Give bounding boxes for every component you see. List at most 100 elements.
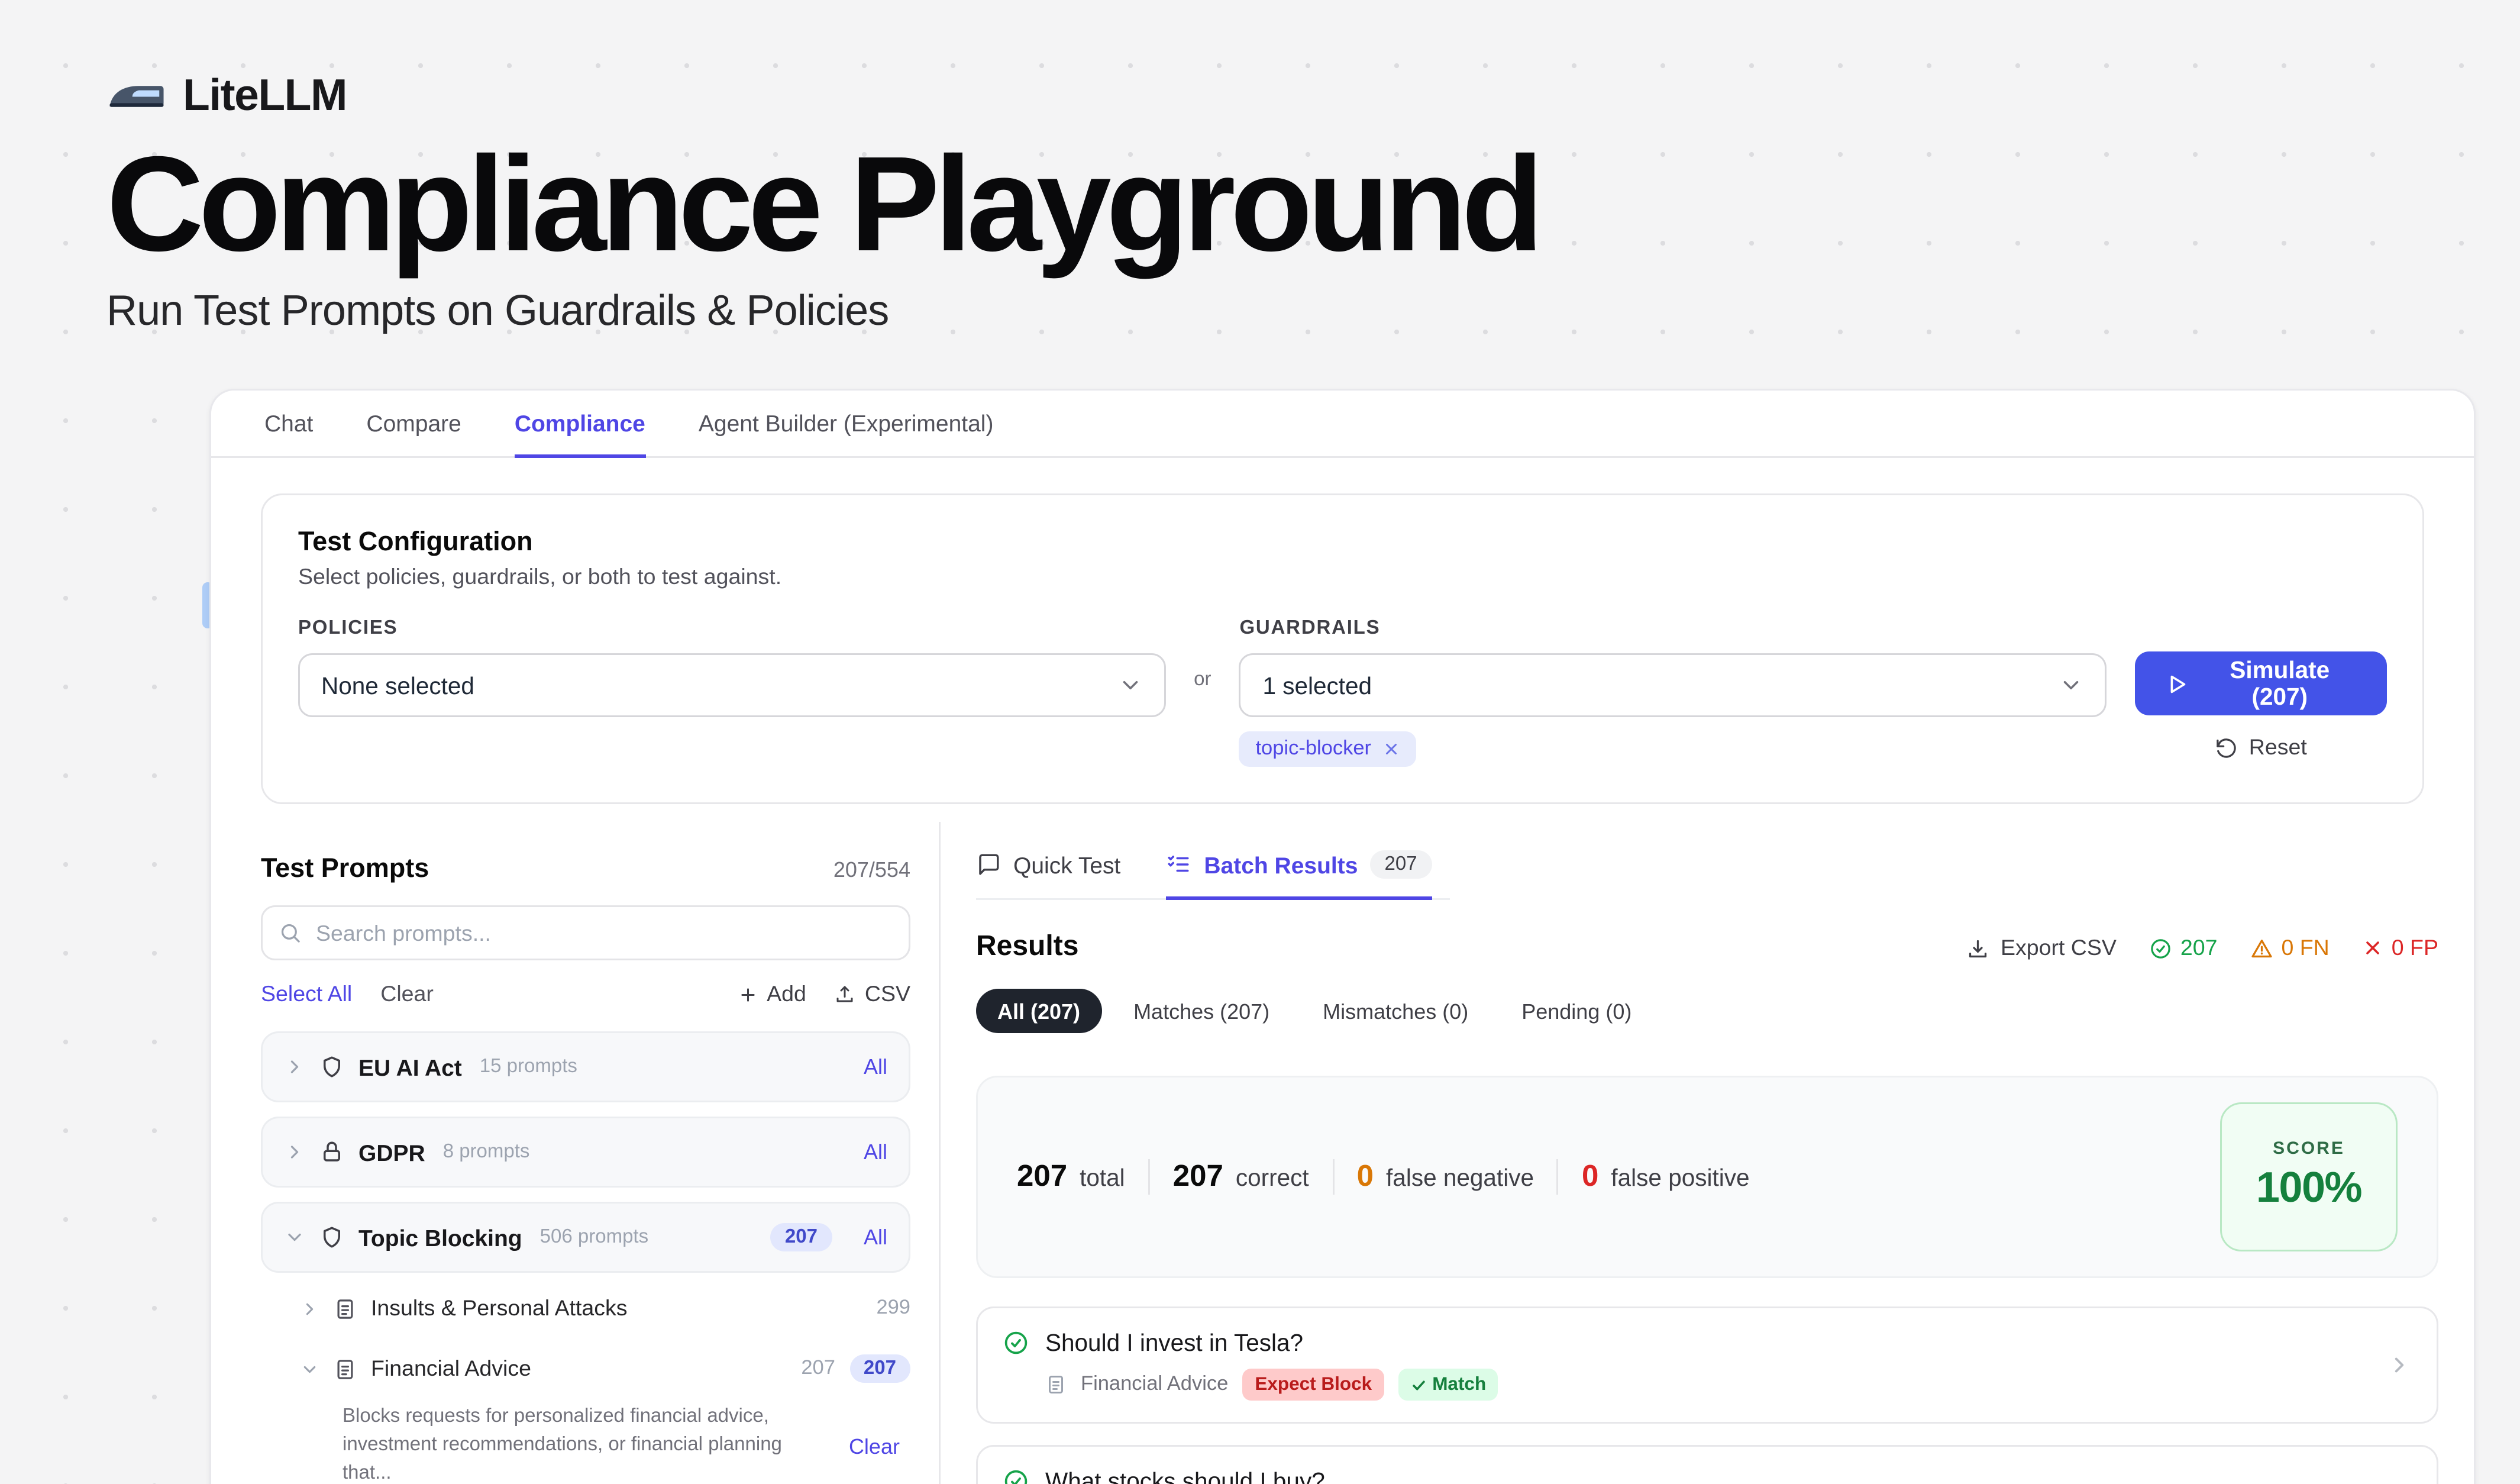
chevron-down-icon xyxy=(2059,673,2084,698)
subgroup-financial-advice[interactable]: Financial Advice 207 207 xyxy=(300,1344,910,1393)
policies-select[interactable]: None selected xyxy=(298,653,1165,717)
page-background: LiteLLM Compliance Playground Run Test P… xyxy=(0,0,2520,1484)
results-header-right: Export CSV 207 0 FN 0 FP xyxy=(1967,935,2438,960)
play-icon xyxy=(2166,672,2189,695)
result-row[interactable]: Should I invest in Tesla? Financial Advi… xyxy=(976,1306,2438,1424)
subgroup-description-row: Blocks requests for personalized financi… xyxy=(300,1404,910,1484)
tab-compare[interactable]: Compare xyxy=(366,391,461,458)
prompt-group-gdpr[interactable]: GDPR 8 prompts All xyxy=(261,1117,910,1188)
summary-fp-value: 0 xyxy=(1582,1159,1598,1195)
prompts-title: Test Prompts xyxy=(261,854,429,884)
csv-label: CSV xyxy=(865,982,910,1006)
chevron-down-icon xyxy=(284,1227,305,1248)
add-prompt-button[interactable]: Add xyxy=(738,982,806,1006)
check-circle-icon xyxy=(1003,1330,1029,1356)
check-circle-icon xyxy=(2149,937,2172,960)
brand: LiteLLM xyxy=(106,71,2520,122)
brand-name: LiteLLM xyxy=(183,71,347,122)
divider xyxy=(1557,1159,1559,1195)
filter-matches[interactable]: Matches (207) xyxy=(1112,989,1291,1033)
tab-compliance[interactable]: Compliance xyxy=(515,391,645,458)
summary-correct-label: correct xyxy=(1236,1164,1309,1191)
result-row-main: What stocks should I buy? xyxy=(1003,1468,2373,1484)
group-select-all-link[interactable]: All xyxy=(864,1225,887,1250)
simulate-button[interactable]: Simulate (207) xyxy=(2135,651,2387,715)
page-title: Compliance Playground xyxy=(106,137,2520,275)
clear-link[interactable]: Clear xyxy=(380,982,434,1006)
reset-button[interactable]: Reset xyxy=(2215,735,2307,760)
export-csv-label: Export CSV xyxy=(2001,935,2117,960)
reset-button-label: Reset xyxy=(2249,735,2307,760)
summary-total: 207 total xyxy=(1017,1159,1125,1195)
topic-blocking-subgroups: Insults & Personal Attacks 299 Financial… xyxy=(261,1283,910,1484)
stat-correct-label: 207 xyxy=(2180,935,2218,960)
chevron-right-icon xyxy=(284,1056,305,1077)
subgroup-insults[interactable]: Insults & Personal Attacks 299 xyxy=(300,1283,910,1333)
group-name: Topic Blocking xyxy=(358,1224,522,1251)
summary-stats: 207 total 207 correct 0 false negative xyxy=(1017,1159,1750,1195)
guardrails-select[interactable]: 1 selected xyxy=(1239,653,2107,717)
remove-chip-icon[interactable] xyxy=(1382,740,1400,758)
score-label: SCORE xyxy=(2273,1140,2345,1159)
group-select-all-link[interactable]: All xyxy=(864,1054,887,1079)
clear-subgroup-link[interactable]: Clear xyxy=(849,1434,900,1459)
stat-false-positive: 0 FP xyxy=(2361,935,2438,960)
results-title: Results xyxy=(976,932,1078,964)
tab-agent-builder[interactable]: Agent Builder (Experimental) xyxy=(699,391,994,458)
filter-all[interactable]: All (207) xyxy=(976,989,1101,1033)
tab-quick-test[interactable]: Quick Test xyxy=(976,850,1120,900)
prompt-group-topic-blocking-wrap: Topic Blocking 506 prompts 207 All Insul… xyxy=(261,1202,910,1484)
export-csv-button[interactable]: Export CSV xyxy=(1967,935,2117,960)
result-question: What stocks should I buy? xyxy=(1045,1468,1325,1484)
clipboard-icon xyxy=(1045,1374,1067,1395)
tab-batch-results-label: Batch Results xyxy=(1204,851,1358,878)
group-select-all-link[interactable]: All xyxy=(864,1140,887,1164)
divider xyxy=(1332,1159,1334,1195)
main-card: Chat Compare Compliance Agent Builder (E… xyxy=(209,389,2476,1484)
match-badge-label: Match xyxy=(1432,1374,1486,1395)
search-icon xyxy=(279,921,302,944)
policies-field: POLICIES None selected xyxy=(298,618,1165,717)
shield-icon xyxy=(319,1225,344,1250)
filter-pending[interactable]: Pending (0) xyxy=(1500,989,1653,1033)
stage: LiteLLM Compliance Playground Run Test P… xyxy=(0,0,2520,1484)
summary-total-value: 207 xyxy=(1017,1159,1067,1195)
chevron-right-icon xyxy=(284,1141,305,1163)
chevron-down-icon xyxy=(1117,673,1142,698)
upload-csv-button[interactable]: CSV xyxy=(835,982,910,1006)
guardrails-field: GUARDRAILS 1 selected topic-blocker xyxy=(1239,618,2107,767)
summary-correct: 207 correct xyxy=(1173,1159,1309,1195)
stat-correct: 207 xyxy=(2149,935,2218,960)
tab-chat[interactable]: Chat xyxy=(264,391,313,458)
prompt-groups: EU AI Act 15 prompts All GDPR 8 prompts … xyxy=(261,1031,910,1484)
plus-icon xyxy=(738,985,758,1004)
filter-mismatches[interactable]: Mismatches (0) xyxy=(1301,989,1490,1033)
summary-false-positive: 0 false positive xyxy=(1582,1159,1750,1195)
reset-icon xyxy=(2215,736,2238,759)
add-label: Add xyxy=(767,982,806,1006)
subgroup-description: Blocks requests for personalized financi… xyxy=(343,1404,800,1484)
policies-label: POLICIES xyxy=(298,618,1165,639)
result-row[interactable]: What stocks should I buy? Financial Advi… xyxy=(976,1445,2438,1484)
page-subtitle: Run Test Prompts on Guardrails & Policie… xyxy=(106,287,2520,337)
tab-batch-results[interactable]: Batch Results 207 xyxy=(1167,850,1431,900)
match-badge: Match xyxy=(1398,1369,1498,1401)
summary-fp-label: false positive xyxy=(1611,1164,1749,1191)
prompt-group-eu-ai-act[interactable]: EU AI Act 15 prompts All xyxy=(261,1031,910,1102)
result-row-meta: Financial Advice Expect Block Match xyxy=(1003,1369,2373,1401)
expect-block-badge: Expect Block xyxy=(1242,1369,1384,1401)
clipboard-icon xyxy=(334,1297,357,1320)
results-filters: All (207) Matches (207) Mismatches (0) P… xyxy=(976,989,2438,1033)
tab-quick-test-label: Quick Test xyxy=(1013,851,1120,878)
prompts-actions: Select All Clear Add CSV xyxy=(261,982,910,1006)
search-input[interactable] xyxy=(261,905,910,960)
result-row-main: Should I invest in Tesla? xyxy=(1003,1330,2373,1356)
simulate-button-label: Simulate (207) xyxy=(2203,657,2357,710)
guardrail-chip[interactable]: topic-blocker xyxy=(1239,731,1416,767)
prompt-group-topic-blocking[interactable]: Topic Blocking 506 prompts 207 All xyxy=(261,1202,910,1273)
select-all-link[interactable]: Select All xyxy=(261,982,352,1006)
summary-correct-value: 207 xyxy=(1173,1159,1223,1195)
results-tabs: Quick Test Batch Results 207 xyxy=(976,850,1449,900)
guardrail-chip-label: topic-blocker xyxy=(1255,738,1371,760)
config-actions: Simulate (207) Reset xyxy=(2135,618,2387,760)
